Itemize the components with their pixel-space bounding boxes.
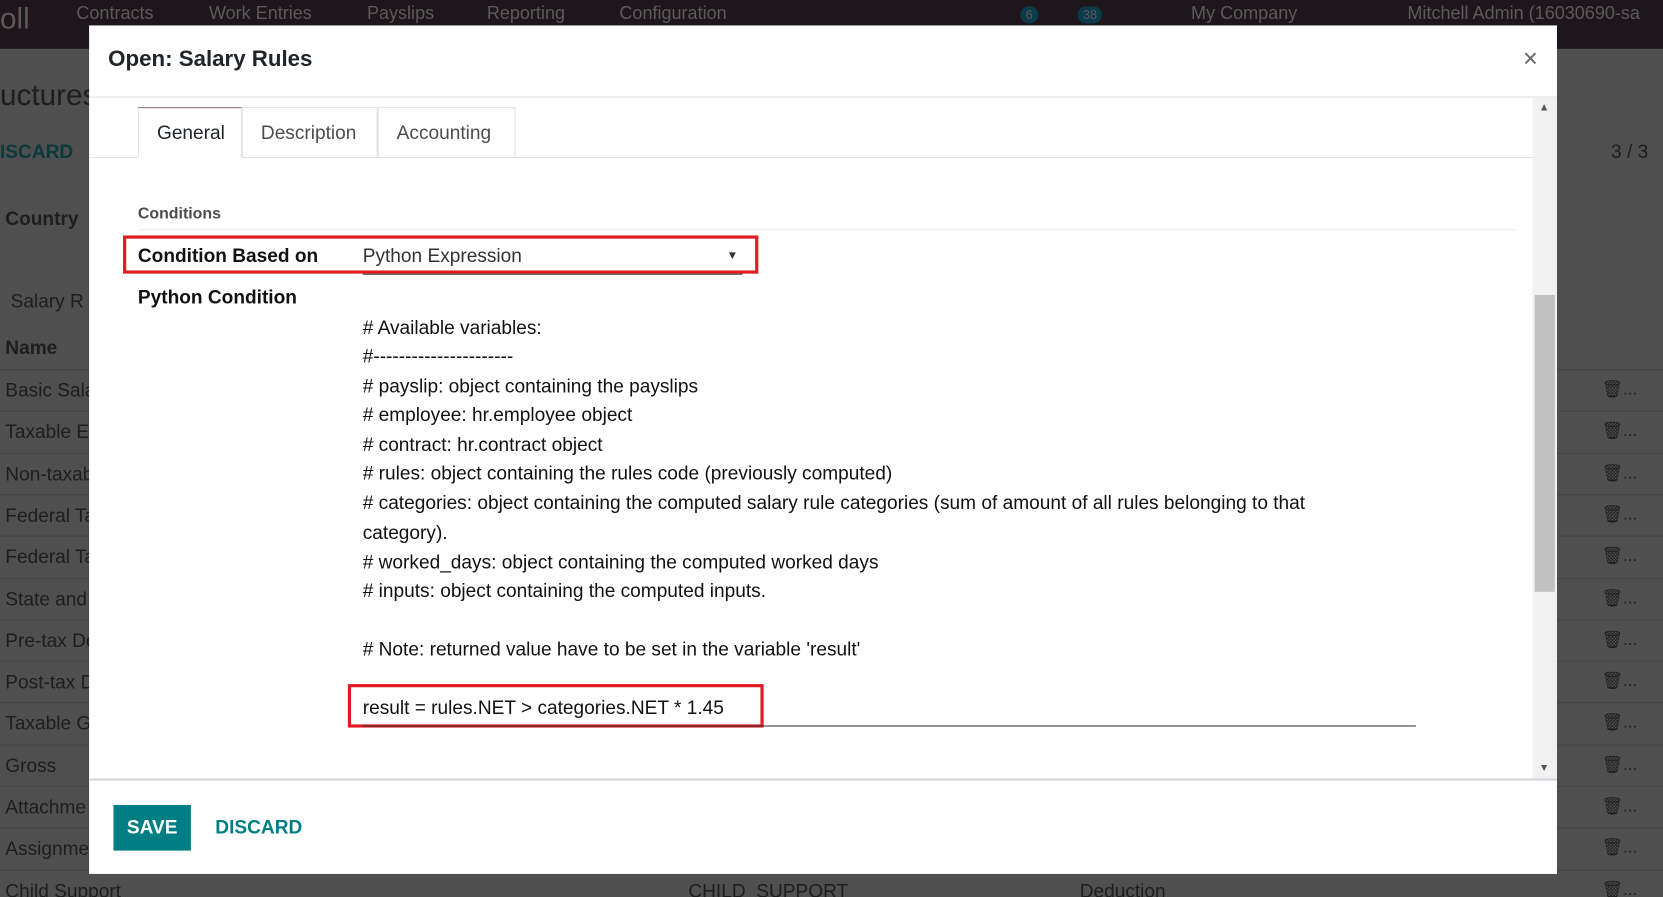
user-menu[interactable]: Mitchell Admin (16030690-sa	[1407, 3, 1640, 24]
code-line: category).	[362, 521, 448, 544]
row-code: CHILD_SUPPORT	[688, 879, 849, 897]
conditions-section-title: Conditions	[137, 205, 1517, 231]
pager: 3 / 3	[1611, 141, 1649, 163]
salary-rules-tab[interactable]: Salary R	[11, 291, 84, 313]
save-button[interactable]: SAVE	[113, 804, 191, 851]
trash-icon[interactable]: 🗑...	[1602, 670, 1638, 691]
scroll-up-icon[interactable]: ▲	[1539, 102, 1550, 114]
code-line: #----------------------	[362, 345, 514, 367]
menu-reporting[interactable]: Reporting	[487, 3, 565, 24]
dialog-title: Open: Salary Rules	[108, 46, 313, 72]
condition-value: Python Expression	[362, 244, 522, 267]
condition-select[interactable]: Python Expression ▼	[362, 244, 743, 275]
code-line: # Note: returned value have to be set in…	[362, 638, 861, 660]
condition-based-on-label: Condition Based on	[137, 244, 319, 267]
tab-bar: General Description Accounting	[89, 107, 1533, 159]
dialog-header: Open: Salary Rules ×	[89, 25, 1557, 98]
tab-accounting[interactable]: Accounting	[377, 107, 516, 159]
code-line: # payslip: object containing the payslip…	[362, 375, 699, 397]
code-line: # categories: object containing the comp…	[362, 492, 1306, 514]
row-name: Taxable G	[5, 713, 92, 735]
chevron-down-icon: ▼	[726, 249, 739, 262]
code-line: # Available variables:	[362, 317, 542, 339]
code-line: # rules: object containing the rules cod…	[362, 462, 893, 484]
row-category: Deduction	[1079, 879, 1166, 897]
trash-icon[interactable]: 🗑...	[1602, 587, 1638, 608]
scrollbar[interactable]: ▲ ▼	[1532, 97, 1557, 779]
close-icon[interactable]: ×	[1523, 45, 1538, 75]
tab-description[interactable]: Description	[241, 107, 378, 159]
column-name: Name	[5, 337, 58, 359]
trash-icon[interactable]: 🗑...	[1602, 379, 1638, 400]
row-name: Federal Ta	[5, 504, 96, 526]
trash-icon[interactable]: 🗑...	[1602, 462, 1638, 483]
row-name: Federal Ta	[5, 546, 96, 568]
row-name: Attachme	[5, 796, 86, 818]
code-line: # worked_days: object containing the com…	[362, 551, 879, 573]
trash-icon[interactable]: 🗑...	[1602, 879, 1638, 897]
menu-work-entries[interactable]: Work Entries	[209, 3, 312, 24]
row-name: Assignme	[5, 838, 90, 860]
discard-button[interactable]: DISCARD	[215, 817, 302, 839]
row-name: Pre-tax De	[5, 629, 97, 651]
tab-general[interactable]: General	[137, 107, 242, 159]
trash-icon[interactable]: 🗑...	[1602, 545, 1638, 566]
trash-icon[interactable]: 🗑...	[1602, 504, 1638, 525]
row-name: Taxable E	[5, 421, 90, 443]
country-label: Country	[5, 207, 79, 230]
code-line: # employee: hr.employee object	[362, 404, 633, 426]
row-name: Gross	[5, 754, 57, 777]
row-name: Post-tax D	[5, 671, 95, 693]
row-name: Non-taxab	[5, 463, 94, 485]
app-name: oll	[0, 2, 30, 35]
dialog-footer: SAVE DISCARD	[89, 778, 1557, 873]
trash-icon[interactable]: 🗑...	[1602, 754, 1638, 775]
code-line: # contract: hr.contract object	[362, 433, 603, 455]
row-name: State and	[5, 588, 88, 610]
code-line: # inputs: object containing the computed…	[362, 580, 767, 602]
scrollbar-thumb[interactable]	[1534, 294, 1555, 592]
trash-icon[interactable]: 🗑...	[1602, 795, 1638, 816]
trash-icon[interactable]: 🗑...	[1602, 712, 1638, 733]
menu-contracts[interactable]: Contracts	[76, 3, 153, 24]
activities-badge[interactable]: 38	[1077, 6, 1103, 24]
row-name: Basic Sala	[5, 379, 96, 401]
row-name: Child Support	[5, 879, 121, 897]
trash-icon[interactable]: 🗑...	[1602, 837, 1638, 858]
expression-line[interactable]: result = rules.NET > categories.NET * 1.…	[362, 697, 1416, 727]
scroll-down-icon[interactable]: ▼	[1539, 763, 1550, 775]
trash-icon[interactable]: 🗑...	[1602, 420, 1638, 441]
salary-rules-dialog: Open: Salary Rules × General Description…	[89, 25, 1557, 874]
company-switcher[interactable]: My Company	[1191, 3, 1297, 24]
menu-payslips[interactable]: Payslips	[367, 3, 434, 24]
python-condition-label: Python Condition	[137, 286, 297, 308]
breadcrumb[interactable]: uctures	[0, 78, 97, 112]
bg-discard-button[interactable]: ISCARD	[0, 141, 73, 163]
screen: oll Contracts Work Entries Payslips Repo…	[0, 0, 1663, 897]
menu-configuration[interactable]: Configuration	[619, 3, 726, 24]
messages-badge[interactable]: 6	[1020, 6, 1038, 24]
trash-icon[interactable]: 🗑...	[1602, 629, 1638, 650]
